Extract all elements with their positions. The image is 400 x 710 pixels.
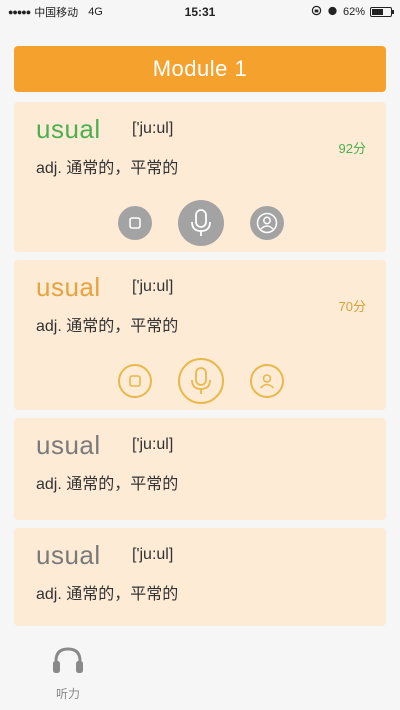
score-badge: 70分 xyxy=(338,299,366,314)
record-button[interactable] xyxy=(178,358,224,404)
battery-level xyxy=(372,9,384,15)
user-icon xyxy=(256,212,278,234)
word-card[interactable]: usual ['ju:ul] adj. 通常的，平常的 xyxy=(14,528,386,626)
meaning-text: adj. 通常的，平常的 xyxy=(36,160,179,177)
status-right: 62% xyxy=(311,0,394,24)
status-left: ●●●●● 中国移动 4G xyxy=(8,4,158,20)
score-badge: 92分 xyxy=(338,141,366,156)
module-title: Module 1 xyxy=(14,46,386,92)
phonetic-text: ['ju:ul] xyxy=(132,278,174,295)
word-text: usual xyxy=(36,540,101,570)
battery-percent: 62% xyxy=(342,6,365,18)
network-type: 4G xyxy=(88,6,103,18)
word-card[interactable]: usual ['ju:ul] adj. 通常的，平常的 92分 xyxy=(14,102,386,252)
battery-icon xyxy=(370,7,394,17)
tab-listening[interactable]: 听力 xyxy=(40,646,96,701)
word-card[interactable]: usual ['ju:ul] adj. 通常的，平常的 xyxy=(14,418,386,520)
microphone-icon xyxy=(188,208,214,238)
phonetic-text: ['ju:ul] xyxy=(132,436,174,453)
meaning-text: adj. 通常的，平常的 xyxy=(36,318,179,335)
microphone-icon xyxy=(188,366,214,396)
carrier-name: 中国移动 xyxy=(34,7,79,19)
stop-button[interactable] xyxy=(118,364,152,398)
tab-bar: 听力 xyxy=(0,636,400,710)
playback-own-button[interactable] xyxy=(250,364,284,398)
word-card[interactable]: usual ['ju:ul] adj. 通常的，平常的 70分 xyxy=(14,260,386,410)
pronunciation-controls xyxy=(14,200,386,246)
headphones-icon xyxy=(51,646,85,679)
signal-icon: ●●●●● xyxy=(8,7,31,17)
word-text: usual xyxy=(36,114,101,144)
stop-icon xyxy=(127,215,143,231)
stop-icon xyxy=(127,373,143,389)
rotation-lock-icon xyxy=(311,5,322,19)
word-text: usual xyxy=(36,272,101,302)
user-icon xyxy=(256,370,278,392)
meaning-text: adj. 通常的，平常的 xyxy=(36,586,179,603)
tab-label: 听力 xyxy=(55,687,80,701)
word-text: usual xyxy=(36,430,101,460)
status-bar: ●●●●● 中国移动 4G 15:31 62% xyxy=(0,0,400,24)
meaning-text: adj. 通常的，平常的 xyxy=(36,476,179,493)
pronunciation-controls xyxy=(14,358,386,404)
stop-button[interactable] xyxy=(118,206,152,240)
record-button[interactable] xyxy=(178,200,224,246)
playback-own-button[interactable] xyxy=(250,206,284,240)
alarm-icon xyxy=(327,5,338,19)
phonetic-text: ['ju:ul] xyxy=(132,120,174,137)
phonetic-text: ['ju:ul] xyxy=(132,546,174,563)
